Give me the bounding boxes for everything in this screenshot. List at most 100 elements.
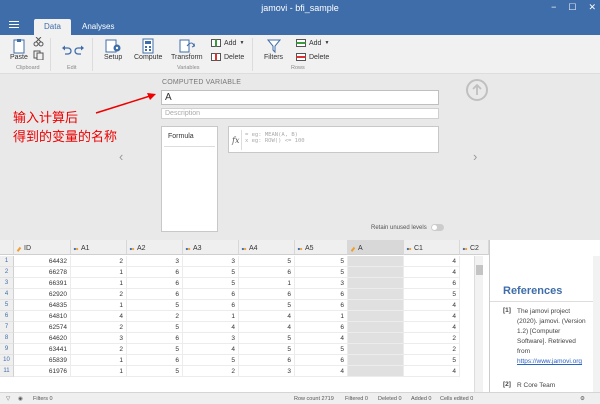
table-cell[interactable]: 2 [183, 366, 239, 377]
delete-row-button[interactable]: Delete [296, 53, 329, 61]
jamovi-link[interactable]: https://www.jamovi.org [517, 358, 582, 365]
row-number[interactable]: 3 [0, 278, 14, 289]
table-cell[interactable]: 64620 [14, 333, 71, 344]
table-cell[interactable]: 6 [127, 289, 183, 300]
filter-status-icon[interactable]: ▽ [6, 396, 10, 402]
row-number[interactable]: 10 [0, 355, 14, 366]
undo-icon[interactable] [61, 45, 72, 55]
setup-button[interactable]: Setup [104, 38, 122, 61]
table-cell[interactable]: 5 [127, 366, 183, 377]
table-cell[interactable]: 2 [71, 344, 127, 355]
table-cell[interactable] [348, 278, 404, 289]
table-cell[interactable]: 1 [295, 311, 348, 322]
table-cell[interactable]: 6 [404, 278, 460, 289]
grid-scrollbar-thumb[interactable] [476, 265, 483, 275]
table-cell[interactable]: 5 [183, 355, 239, 366]
table-cell[interactable]: 3 [183, 256, 239, 267]
delete-variable-button[interactable]: Delete [211, 53, 244, 61]
table-cell[interactable]: 5 [404, 289, 460, 300]
add-row-button[interactable]: Add ▼ [296, 39, 329, 47]
row-number[interactable]: 6 [0, 311, 14, 322]
table-cell[interactable]: 5 [127, 300, 183, 311]
table-cell[interactable] [348, 344, 404, 355]
row-number[interactable]: 5 [0, 300, 14, 311]
results-scrollbar[interactable] [593, 256, 600, 392]
table-cell[interactable]: 3 [71, 333, 127, 344]
table-cell[interactable]: 4 [404, 256, 460, 267]
formula-label[interactable]: Formula [168, 133, 194, 140]
table-cell[interactable]: 4 [404, 311, 460, 322]
table-cell[interactable]: 4 [239, 322, 295, 333]
table-cell[interactable] [348, 322, 404, 333]
formula-input[interactable]: fx = eg: MEAN(A, B) x eg: ROW() <= 100 [228, 126, 439, 153]
chevron-left-icon[interactable]: ‹ [119, 149, 123, 164]
hamburger-menu-icon[interactable] [9, 21, 19, 30]
tab-data[interactable]: Data [34, 19, 71, 35]
redo-icon[interactable] [74, 45, 85, 55]
table-cell[interactable]: 4 [404, 267, 460, 278]
table-cell[interactable]: 2 [404, 333, 460, 344]
table-cell[interactable]: 4 [404, 322, 460, 333]
table-cell[interactable]: 5 [295, 344, 348, 355]
table-cell[interactable] [348, 355, 404, 366]
table-cell[interactable]: 2 [71, 289, 127, 300]
table-cell[interactable]: 3 [183, 333, 239, 344]
cut-icon[interactable] [33, 37, 44, 47]
paste-button[interactable]: Paste [10, 38, 28, 61]
table-cell[interactable]: 64810 [14, 311, 71, 322]
table-cell[interactable]: 5 [183, 278, 239, 289]
table-cell[interactable]: 1 [71, 278, 127, 289]
column-header-c2[interactable]: C2 [460, 240, 489, 255]
table-cell[interactable]: 6 [295, 322, 348, 333]
table-cell[interactable]: 4 [295, 333, 348, 344]
table-cell[interactable]: 5 [295, 256, 348, 267]
settings-icon[interactable]: ⚙ [580, 396, 585, 402]
table-cell[interactable]: 2 [404, 344, 460, 355]
maximize-button[interactable]: ☐ [568, 2, 576, 13]
column-header-id[interactable]: ID [14, 240, 71, 255]
table-cell[interactable]: 66278 [14, 267, 71, 278]
table-cell[interactable]: 62920 [14, 289, 71, 300]
table-cell[interactable]: 6 [239, 289, 295, 300]
table-cell[interactable]: 6 [127, 333, 183, 344]
column-header-a3[interactable]: A3 [183, 240, 239, 255]
table-cell[interactable]: 4 [183, 322, 239, 333]
table-cell[interactable]: 1 [183, 311, 239, 322]
table-cell[interactable]: 5 [239, 300, 295, 311]
variable-name-field[interactable]: A [161, 90, 439, 105]
table-cell[interactable]: 5 [127, 344, 183, 355]
table-cell[interactable]: 6 [295, 355, 348, 366]
table-cell[interactable] [348, 366, 404, 377]
column-header-a5[interactable]: A5 [295, 240, 348, 255]
table-cell[interactable]: 2 [71, 256, 127, 267]
table-cell[interactable]: 6 [239, 355, 295, 366]
column-header-a1[interactable]: A1 [71, 240, 127, 255]
row-number[interactable]: 2 [0, 267, 14, 278]
table-cell[interactable]: 65839 [14, 355, 71, 366]
fx-icon[interactable]: fx [232, 136, 239, 145]
table-cell[interactable]: 1 [71, 355, 127, 366]
compute-button[interactable]: Compute [134, 38, 162, 61]
table-cell[interactable]: 6 [183, 289, 239, 300]
close-button[interactable]: ✕ [588, 2, 596, 13]
table-cell[interactable]: 64835 [14, 300, 71, 311]
table-cell[interactable]: 61976 [14, 366, 71, 377]
grid-scrollbar[interactable] [474, 256, 483, 392]
column-header-a[interactable]: A [348, 240, 404, 255]
row-number[interactable]: 7 [0, 322, 14, 333]
table-cell[interactable]: 6 [183, 300, 239, 311]
table-cell[interactable]: 4 [239, 311, 295, 322]
transform-button[interactable]: Transform [171, 38, 203, 61]
table-cell[interactable]: 5 [239, 344, 295, 355]
table-cell[interactable]: 6 [295, 300, 348, 311]
table-cell[interactable]: 6 [239, 267, 295, 278]
eye-icon[interactable]: ◉ [18, 396, 23, 402]
tab-analyses[interactable]: Analyses [72, 19, 124, 35]
column-header-a4[interactable]: A4 [239, 240, 295, 255]
table-cell[interactable]: 5 [404, 355, 460, 366]
table-cell[interactable]: 62574 [14, 322, 71, 333]
row-number[interactable]: 4 [0, 289, 14, 300]
retain-toggle[interactable] [430, 224, 444, 231]
table-cell[interactable]: 5 [127, 322, 183, 333]
table-cell[interactable]: 5 [239, 256, 295, 267]
